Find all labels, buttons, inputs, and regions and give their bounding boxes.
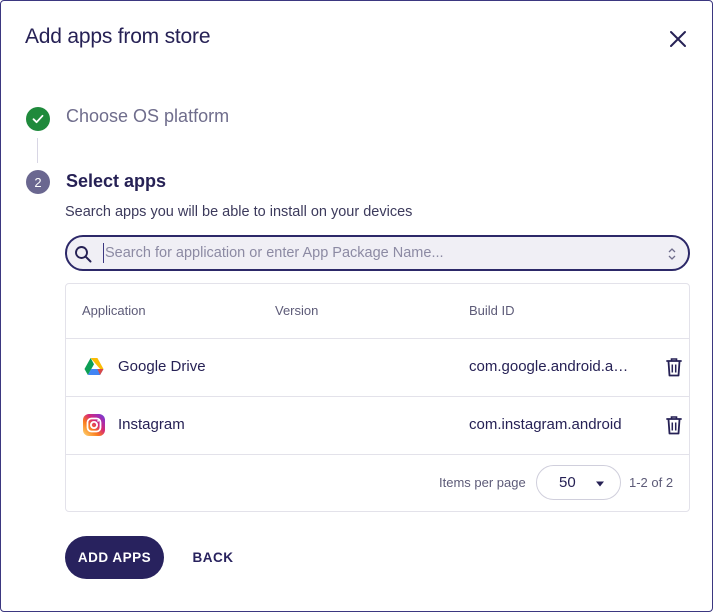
build-id: com.instagram.android <box>469 416 622 433</box>
step-2-description: Search apps you will be able to install … <box>65 204 413 220</box>
updown-chevron-icon[interactable] <box>667 246 677 262</box>
items-per-page-label: Items per page <box>439 475 526 490</box>
app-name: Google Drive <box>118 358 206 375</box>
app-name: Instagram <box>118 416 185 433</box>
add-apps-dialog: Add apps from store Choose OS platform 2… <box>0 0 713 612</box>
dialog-title: Add apps from store <box>25 25 211 48</box>
google-drive-icon <box>84 358 104 375</box>
column-header-build-id: Build ID <box>469 303 515 318</box>
checkmark-icon <box>32 114 44 124</box>
search-icon <box>75 246 92 263</box>
close-icon <box>670 31 686 47</box>
step-2-label: Select apps <box>66 171 167 191</box>
apps-table: Application Version Build ID Google Driv… <box>65 283 690 512</box>
search-input[interactable] <box>103 243 653 263</box>
pagination-range: 1-2 of 2 <box>629 475 674 490</box>
close-button[interactable] <box>665 26 691 52</box>
row-divider <box>66 338 689 339</box>
row-divider <box>66 396 689 397</box>
add-apps-button[interactable]: ADD APPS <box>65 536 164 579</box>
build-id: com.google.android.apps.docs <box>469 358 629 375</box>
column-header-version: Version <box>275 303 319 318</box>
delete-icon[interactable] <box>664 356 684 378</box>
step-connector <box>37 138 38 163</box>
back-button[interactable]: BACK <box>183 536 243 579</box>
step-2-number-badge: 2 <box>26 170 50 194</box>
app-search-box <box>65 235 690 271</box>
step-1-label[interactable]: Choose OS platform <box>66 106 229 127</box>
items-per-page-value: 50 <box>559 474 576 491</box>
delete-icon[interactable] <box>664 414 684 436</box>
items-per-page-select[interactable]: 50 <box>536 465 621 500</box>
row-divider <box>66 454 689 455</box>
column-header-application: Application <box>82 303 146 318</box>
instagram-icon <box>83 414 105 436</box>
caret-down-icon <box>596 481 604 487</box>
step-1-completed-badge <box>26 107 50 131</box>
